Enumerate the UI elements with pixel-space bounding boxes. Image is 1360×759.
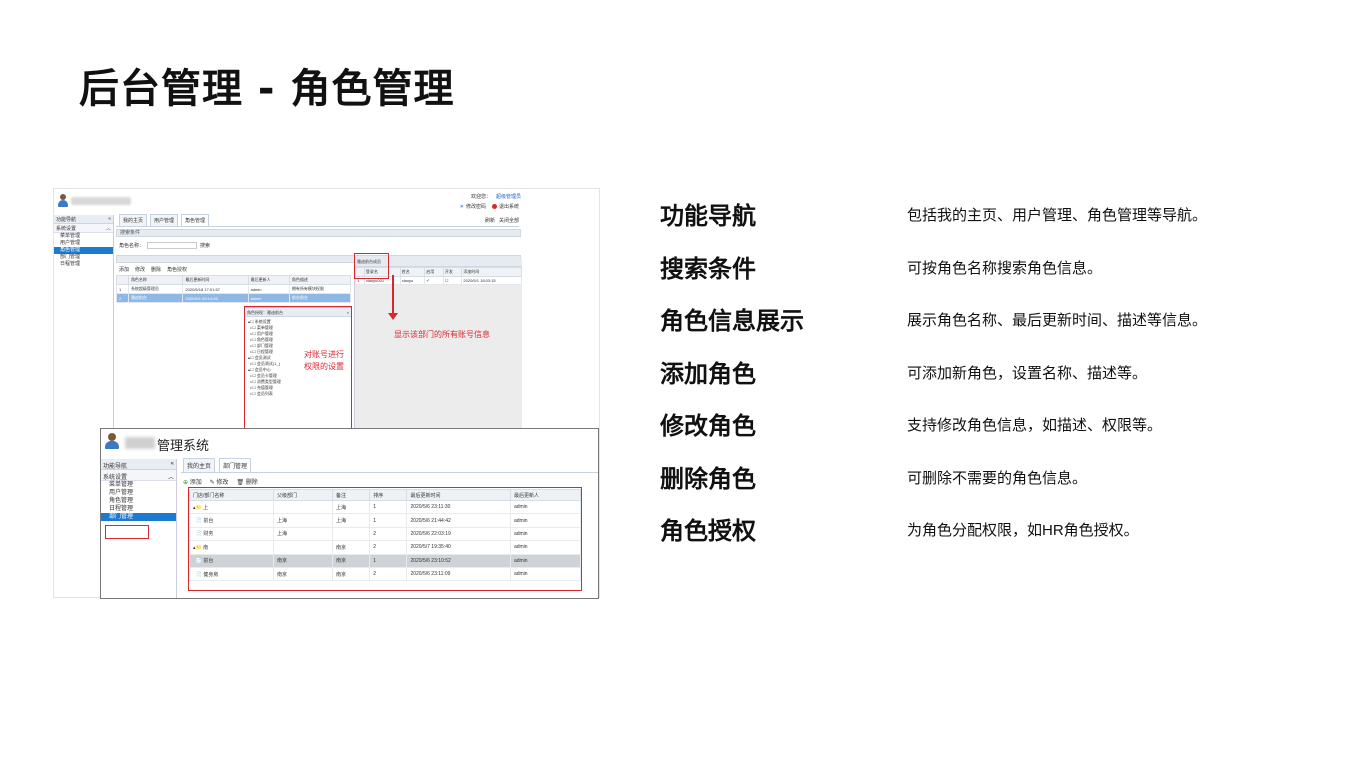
feature-row: 搜索条件 可按角色名称搜索角色信息。 <box>660 245 1300 298</box>
authorize-role-button[interactable]: 角色授权 <box>167 266 187 273</box>
feature-description: 可添加新角色，设置名称、描述等。 <box>907 364 1148 382</box>
key-icon: ✕ <box>459 203 464 210</box>
sidebar-item-menu[interactable]: 菜单管理 <box>54 233 113 240</box>
app-header: 欢迎您： 超级管理员 ✕ 修改密码 退出系统 <box>54 189 599 213</box>
table-header-row: 角色名称 最后更新时间 最后更新人 角色描述 <box>116 275 352 285</box>
logout-link[interactable]: 退出系统 <box>491 203 519 210</box>
search-row: 角色名称： 搜索 <box>116 237 521 253</box>
feature-row: 角色授权 为角色分配权限，如HR角色授权。 <box>660 507 1300 560</box>
sidebar-item-users[interactable]: 用户管理 <box>101 489 176 497</box>
refresh-button[interactable]: 刷新 <box>485 217 495 224</box>
feature-description: 可删除不需要的角色信息。 <box>907 469 1088 487</box>
sidebar-item-menu[interactable]: 菜单管理 <box>101 481 176 489</box>
feature-description: 展示角色名称、最后更新时间、描述等信息。 <box>907 312 1208 329</box>
arrow-down-icon <box>388 313 398 320</box>
tab-home[interactable]: 我的主页 <box>119 214 148 226</box>
feature-description: 为角色分配权限，如HR角色授权。 <box>907 522 1139 539</box>
app-logo-icon <box>104 433 120 449</box>
annotation-accounts: 显示该部门的所有账号信息 <box>394 330 490 339</box>
role-name-label: 角色名称： <box>119 242 145 249</box>
sidebar-header: 功能导航 « <box>101 459 176 470</box>
department-management-screenshot: 管理系统 功能导航 « 系统设置 ︿ 菜单管理 用户管理 角色管理 日程管理 部门管… <box>100 428 599 599</box>
top-links: ✕ 修改密码 退出系统 <box>459 203 519 211</box>
tab-departments[interactable]: 部门管理 <box>219 458 252 472</box>
add-role-button[interactable]: 添加 <box>119 266 129 273</box>
feature-row: 修改角色 支持修改角色信息，如描述、权限等。 <box>660 402 1300 455</box>
sidebar-item-users[interactable]: 用户管理 <box>54 240 113 247</box>
sidebar-item-schedule[interactable]: 日程管理 <box>54 261 113 268</box>
trash-icon: 🗑 <box>236 480 245 486</box>
tab-bar: 我的主页 部门管理 <box>181 458 598 473</box>
tab-bar: 我的主页 用户管理 角色管理 <box>116 214 519 227</box>
feature-description: 包括我的主页、用户管理、角色管理等导航。 <box>907 207 1208 224</box>
feature-label: 添加角色 <box>660 359 756 388</box>
feature-label: 删除角色 <box>660 464 756 493</box>
add-department-button[interactable]: ⊕ 添加 <box>183 477 202 486</box>
app-title: 管理系统 <box>157 438 210 453</box>
tab-home[interactable]: 我的主页 <box>183 458 216 472</box>
annotation-permission: 对账号进行 权限的设置 <box>304 350 344 371</box>
sidebar-item-roles[interactable]: 角色管理 <box>54 247 113 254</box>
role-grid: 角色名称 最后更新时间 最后更新人 角色描述 1 系统超级管理员 2020/5/18 17… <box>116 275 352 303</box>
app-logo-icon <box>57 194 69 207</box>
role-name-input[interactable] <box>147 241 198 249</box>
highlight-members-header <box>354 253 389 279</box>
tab-roles[interactable]: 角色管理 <box>181 214 210 226</box>
feature-row: 角色信息展示 展示角色名称、最后更新时间、描述等信息。 <box>660 297 1300 350</box>
app-header: 管理系统 <box>101 429 598 457</box>
collapse-icon[interactable]: « <box>171 461 174 467</box>
chevron-up-icon: ︿ <box>167 475 174 481</box>
sidebar-item-roles[interactable]: 角色管理 <box>101 497 176 505</box>
role-members-panel: 雅迪前台成员 登录名 姓名 启用 开发 添加时间 1 xiaoyu001 xiaoyu ✔ ☐ 2… <box>354 257 522 429</box>
change-password-link[interactable]: ✕ 修改密码 <box>459 203 486 211</box>
feature-label: 角色授权 <box>660 517 756 545</box>
highlight-departments-item <box>105 525 149 539</box>
feature-row: 添加角色 可添加新角色，设置名称、描述等。 <box>660 350 1300 403</box>
feature-row: 功能导航 包括我的主页、用户管理、角色管理等导航。 <box>660 192 1300 245</box>
department-toolbar: ⊕ 添加 ✎ 修改 🗑 删除 <box>183 477 258 486</box>
search-button[interactable]: 搜索 <box>200 242 210 249</box>
annotation-line <box>392 275 394 315</box>
sidebar-group-system[interactable]: 系统设置 ︿ <box>54 224 113 233</box>
current-user-link[interactable]: 超级管理员 <box>496 193 521 200</box>
table-row[interactable]: 1 系统超级管理员 2020/5/18 17:01:57 admin 拥有所有模块权限 <box>116 284 352 294</box>
edit-role-button[interactable]: 修改 <box>135 266 145 273</box>
feature-label: 搜索条件 <box>660 254 756 283</box>
search-panel-header: 搜索条件 <box>116 229 521 237</box>
table-row[interactable]: 2 雅迪前台 2020/5/1 09:14:26 admin 前台前台 <box>116 293 352 303</box>
edit-department-button[interactable]: ✎ 修改 <box>210 477 229 486</box>
feature-label: 修改角色 <box>660 412 756 440</box>
sidebar-item-departments[interactable]: 部门管理 <box>101 513 176 521</box>
delete-role-button[interactable]: 删除 <box>151 266 161 273</box>
feature-description: 支持修改角色信息，如描述、权限等。 <box>907 417 1163 434</box>
power-icon <box>491 204 497 209</box>
highlight-department-grid <box>188 487 582 591</box>
sidebar-item-departments[interactable]: 部门管理 <box>54 254 113 261</box>
tab-users[interactable]: 用户管理 <box>150 214 179 226</box>
delete-department-button[interactable]: 🗑 删除 <box>236 477 257 486</box>
close-all-button[interactable]: 关闭全部 <box>499 217 519 224</box>
sidebar-item-schedule[interactable]: 日程管理 <box>101 505 176 513</box>
feature-list: 功能导航 包括我的主页、用户管理、角色管理等导航。搜索条件 可按角色名称搜索角色信息… <box>660 192 1300 560</box>
app-name-blurred <box>71 197 131 205</box>
collapse-icon[interactable]: « <box>108 216 111 222</box>
plus-icon: ⊕ <box>183 480 189 486</box>
feature-description: 可按角色名称搜索角色信息。 <box>907 259 1103 277</box>
feature-label: 角色信息展示 <box>660 307 804 335</box>
app-name-blurred <box>125 437 155 449</box>
feature-label: 功能导航 <box>660 202 756 230</box>
sidebar-group-system[interactable]: 系统设置 ︿ <box>101 470 176 481</box>
chevron-up-icon: ︿ <box>105 226 111 232</box>
feature-row: 删除角色 可删除不需要的角色信息。 <box>660 455 1300 508</box>
tab-tools: 刷新 关闭全部 <box>485 217 519 224</box>
slide-title: 后台管理 - 角色管理 <box>79 66 455 112</box>
sidebar-header: 功能导航 « <box>54 215 113 224</box>
pencil-icon: ✎ <box>209 480 215 486</box>
welcome-text: 欢迎您： <box>470 194 491 200</box>
